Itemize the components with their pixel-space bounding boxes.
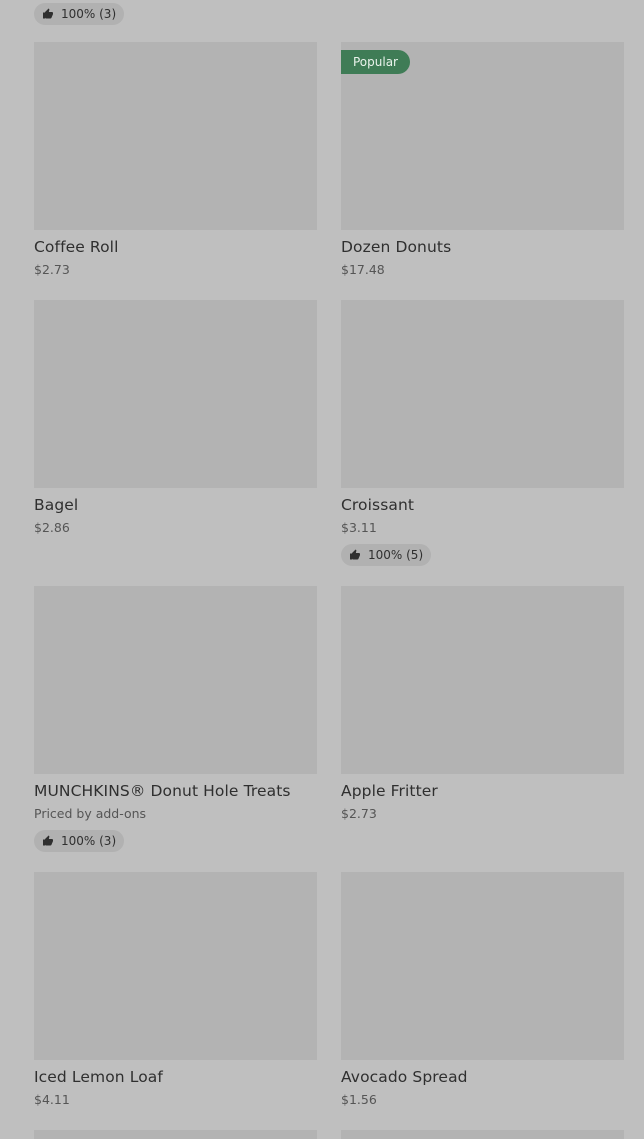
item-price: $2.73 bbox=[341, 806, 377, 821]
menu-item-card[interactable]: Popular Dozen Donuts $17.48 bbox=[341, 42, 624, 278]
item-price: $17.48 bbox=[341, 262, 385, 277]
item-image bbox=[341, 872, 624, 1060]
item-price: $2.86 bbox=[34, 520, 70, 535]
menu-item-card[interactable]: Avocado Spread $1.56 bbox=[341, 872, 624, 1108]
rating-pill: 100% (3) bbox=[34, 3, 125, 25]
item-name: Apple Fritter bbox=[341, 782, 438, 800]
item-price: $3.11 bbox=[341, 520, 377, 535]
menu-item-card[interactable]: Iced Lemon Loaf $4.11 bbox=[34, 872, 317, 1108]
item-image bbox=[34, 42, 317, 230]
rating-pill: 100% (5) bbox=[341, 544, 432, 566]
item-name: Dozen Donuts bbox=[341, 238, 452, 256]
item-name: Avocado Spread bbox=[341, 1068, 468, 1086]
thumbs-up-icon bbox=[43, 835, 53, 846]
thumbs-up-icon bbox=[43, 8, 53, 19]
item-image bbox=[34, 872, 317, 1060]
rating-text: 100% (5) bbox=[368, 548, 424, 562]
item-image[interactable] bbox=[34, 1130, 317, 1139]
item-name: Croissant bbox=[341, 496, 415, 514]
menu-item-card[interactable]: Coffee Roll $2.73 bbox=[34, 42, 317, 278]
menu-grid: 100% (3) Coffee Roll $2.73 Popular Dozen… bbox=[0, 0, 644, 1139]
menu-item-card[interactable]: Croissant $3.11 100% (5) bbox=[341, 300, 624, 566]
item-name: Coffee Roll bbox=[34, 238, 119, 256]
menu-item-card[interactable]: MUNCHKINS® Donut Hole Treats Priced by a… bbox=[34, 586, 317, 852]
item-image[interactable] bbox=[341, 1130, 624, 1139]
thumbs-up-icon bbox=[350, 549, 360, 560]
rating-pill: 100% (3) bbox=[34, 830, 125, 852]
item-image bbox=[34, 300, 317, 488]
menu-item-card[interactable]: Apple Fritter $2.73 bbox=[341, 586, 624, 822]
item-name: MUNCHKINS® Donut Hole Treats bbox=[34, 782, 291, 800]
rating-text: 100% (3) bbox=[61, 7, 117, 21]
item-price: $1.56 bbox=[341, 1092, 377, 1107]
item-price: $2.73 bbox=[34, 262, 70, 277]
item-name: Bagel bbox=[34, 496, 79, 514]
item-image bbox=[34, 586, 317, 774]
item-image: Popular bbox=[341, 42, 624, 230]
item-price: $4.11 bbox=[34, 1092, 70, 1107]
rating-text: 100% (3) bbox=[61, 834, 117, 848]
popular-badge: Popular bbox=[341, 50, 410, 74]
item-price: Priced by add-ons bbox=[34, 806, 147, 821]
item-image bbox=[341, 300, 624, 488]
item-name: Iced Lemon Loaf bbox=[34, 1068, 163, 1086]
menu-item-card[interactable]: Bagel $2.86 bbox=[34, 300, 317, 536]
item-image bbox=[341, 586, 624, 774]
